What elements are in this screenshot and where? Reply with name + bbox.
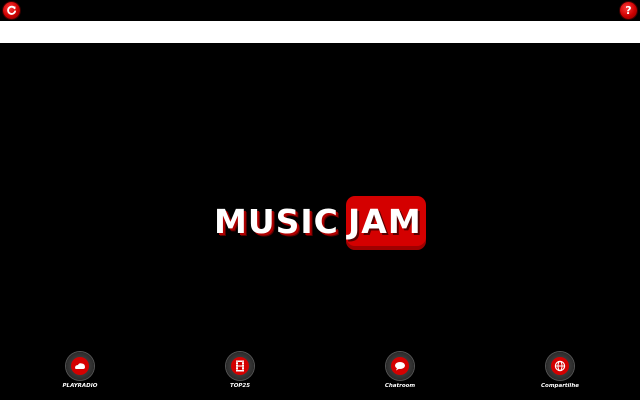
nav-playradio-button[interactable]: PLAYRADIO <box>40 352 120 396</box>
film-icon <box>236 360 244 372</box>
musicjam-logo: MUSIC JAM <box>214 196 428 250</box>
address-bar-input[interactable] <box>0 21 640 43</box>
nav-top25-label: TOP25 <box>229 383 251 389</box>
logo-text-jam: JAM <box>348 202 422 241</box>
help-icon: ? <box>625 4 632 17</box>
globe-disc-icon <box>546 352 574 380</box>
chat-icon <box>395 362 405 371</box>
chat-disc-icon <box>386 352 414 380</box>
nav-playradio-label: PLAYRADIO <box>62 383 98 389</box>
app-window: ? MUSIC JAM PLAYRADIO TOP25 Chatroom Com… <box>0 0 640 400</box>
top-toolbar: ? <box>0 0 640 21</box>
nav-compartilhe-button[interactable]: Compartilhe <box>520 352 600 396</box>
nav-chatroom-button[interactable]: Chatroom <box>360 352 440 396</box>
nav-compartilhe-label: Compartilhe <box>541 383 579 389</box>
help-button[interactable]: ? <box>620 2 637 19</box>
nav-chatroom-label: Chatroom <box>384 383 416 389</box>
refresh-icon <box>6 5 17 16</box>
radio-icon <box>75 363 85 369</box>
nav-top25-button[interactable]: TOP25 <box>200 352 280 396</box>
refresh-button[interactable] <box>3 2 20 19</box>
film-disc-icon <box>226 352 254 380</box>
globe-icon <box>554 360 566 372</box>
radio-disc-icon <box>66 352 94 380</box>
logo-text-music: MUSIC <box>214 202 339 241</box>
